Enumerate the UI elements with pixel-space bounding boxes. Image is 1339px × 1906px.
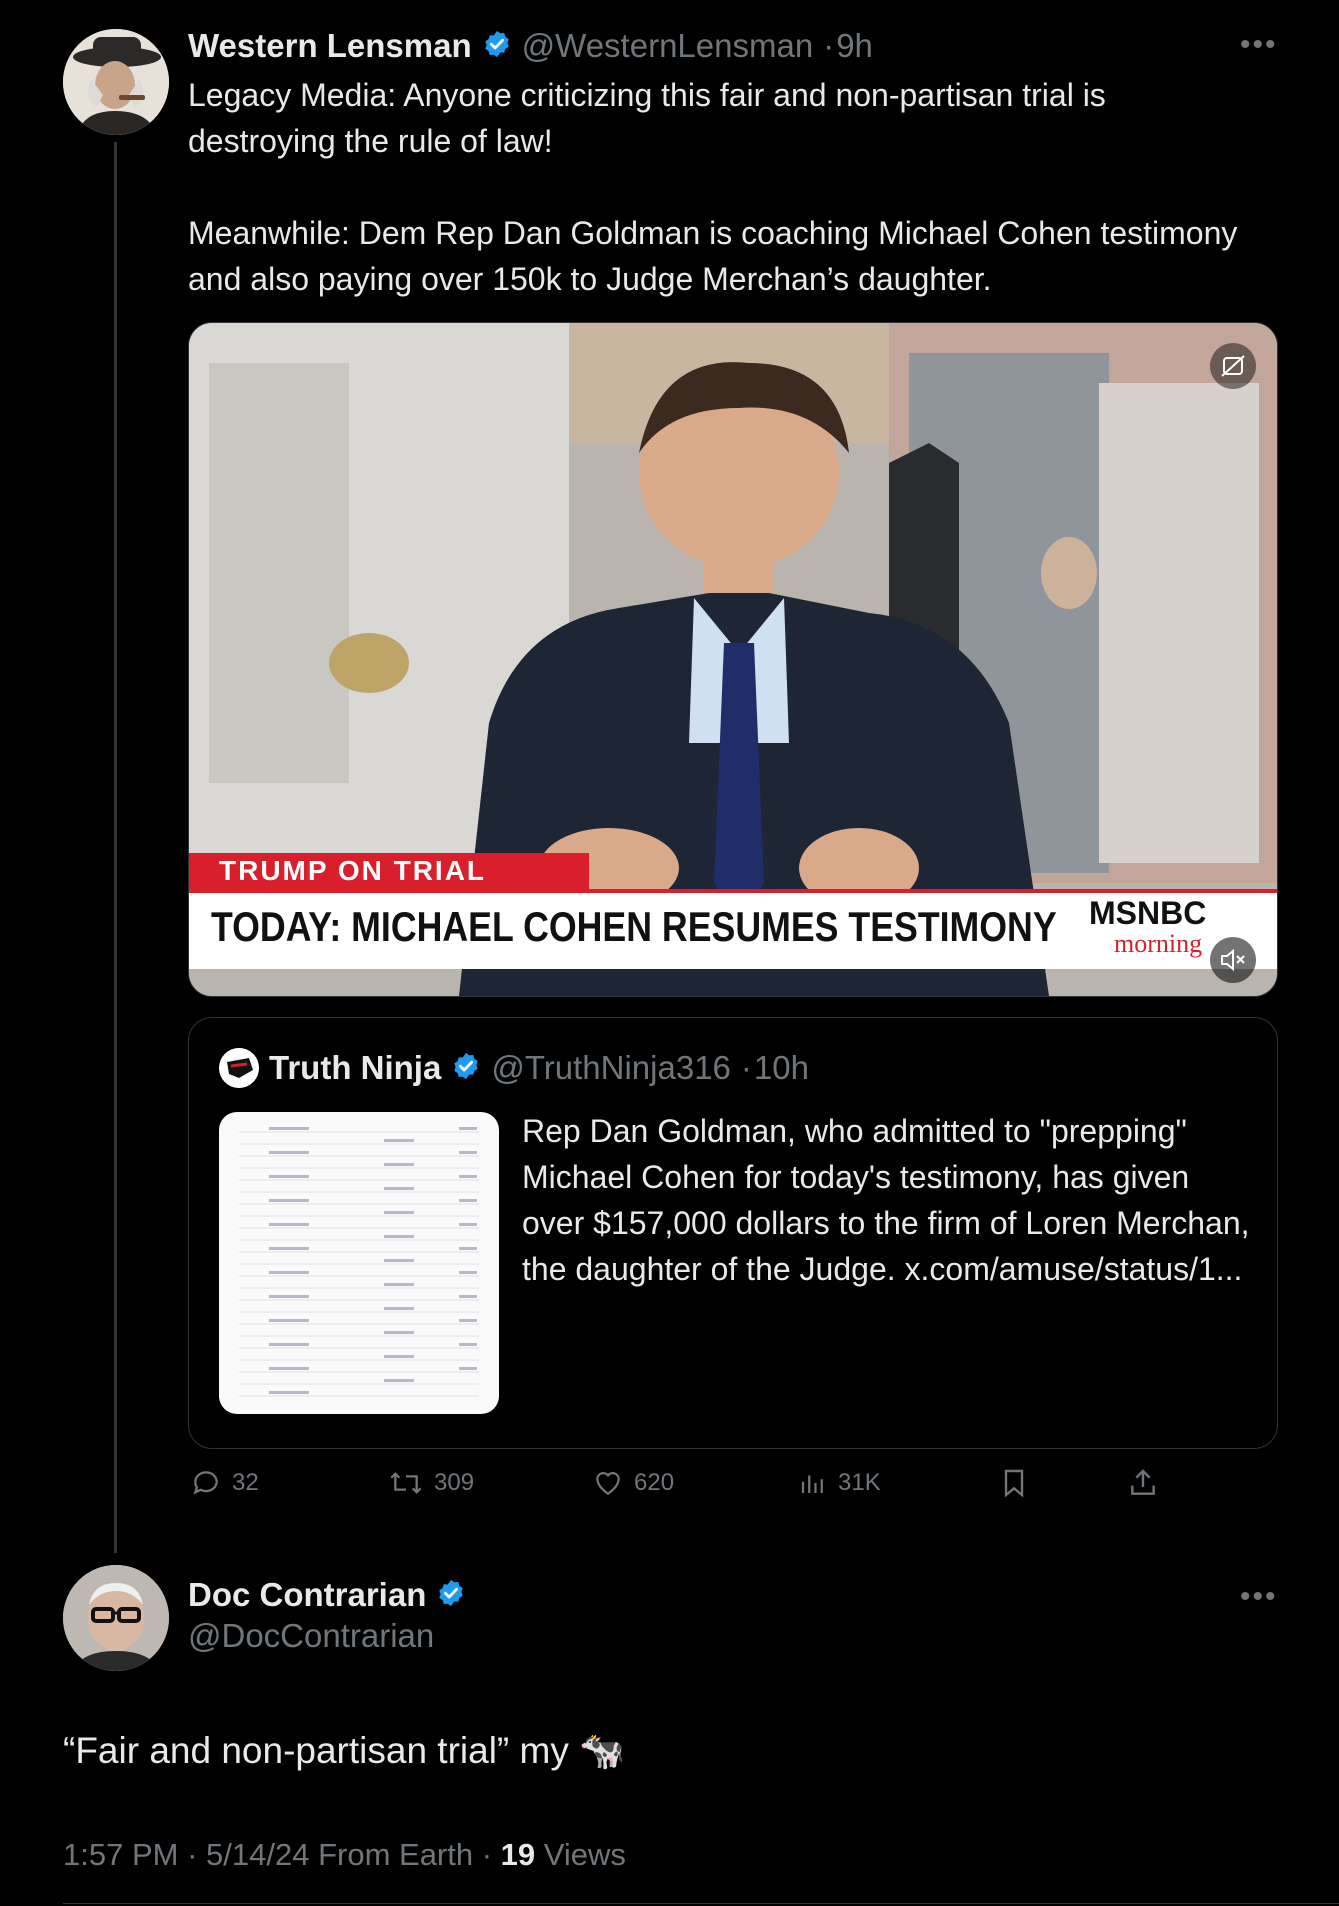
- analytics-icon: [801, 1475, 823, 1493]
- video-player[interactable]: TRUMP ON TRIAL TODAY: MICHAEL COHEN RESU…: [188, 322, 1278, 997]
- reply-author-name[interactable]: Doc Contrarian: [188, 1576, 426, 1614]
- repost-icon: [390, 1472, 422, 1494]
- chyron-headline: TODAY: MICHAEL COHEN RESUMES TESTIMONY: [211, 903, 1057, 950]
- tweet-time[interactable]: 9h: [836, 27, 873, 65]
- divider: [63, 1903, 1339, 1904]
- reply-text: “Fair and non-partisan trial” my 🐄: [63, 1730, 626, 1771]
- quoted-tweet[interactable]: Truth Ninja @TruthNinja316 · 10h Rep Dan…: [188, 1017, 1278, 1449]
- dot-separator: ·: [740, 1049, 752, 1086]
- banner-tag-text: TRUMP ON TRIAL: [219, 855, 487, 886]
- heart-icon: [596, 1472, 620, 1496]
- quote-author-avatar[interactable]: [219, 1048, 259, 1088]
- verified-badge-icon: [451, 1051, 481, 1086]
- reply-count: 32: [232, 1469, 259, 1496]
- share-button[interactable]: [1127, 1467, 1159, 1504]
- dot-separator: ·: [187, 1837, 207, 1872]
- mute-icon[interactable]: [1210, 937, 1256, 983]
- dot-separator: ·: [481, 1837, 501, 1872]
- tweet-text: Legacy Media: Anyone criticizing this fa…: [188, 77, 1238, 297]
- view-count: 31K: [838, 1469, 881, 1496]
- quote-text: Rep Dan Goldman, who admitted to "preppi…: [522, 1113, 1250, 1287]
- author-handle[interactable]: @WesternLensman: [522, 27, 814, 65]
- repost-count: 309: [434, 1469, 475, 1496]
- author-avatar[interactable]: [63, 29, 169, 135]
- views-button[interactable]: 31K: [798, 1467, 881, 1499]
- show-name: morning: [1114, 929, 1203, 958]
- reply-author-avatar[interactable]: [63, 1565, 169, 1671]
- reply-date[interactable]: 5/14/24: [206, 1837, 309, 1872]
- reply-footer: 1:57 PM · 5/14/24 From Earth · 19 Views: [63, 1837, 626, 1873]
- quote-time: 10h: [753, 1049, 809, 1086]
- thread-line: [114, 142, 117, 1553]
- like-count: 620: [634, 1469, 675, 1496]
- content-warning-icon[interactable]: [1210, 343, 1256, 389]
- quote-thumbnail-image[interactable]: [219, 1112, 499, 1414]
- reply-time[interactable]: 1:57 PM: [63, 1837, 178, 1872]
- quote-author-handle: @TruthNinja316: [491, 1049, 731, 1086]
- chyron: TODAY: MICHAEL COHEN RESUMES TESTIMONY M…: [189, 889, 1277, 969]
- quote-author-name: Truth Ninja: [269, 1049, 442, 1086]
- share-icon: [1131, 1469, 1155, 1495]
- dot-separator: ·: [823, 27, 835, 64]
- repost-button[interactable]: 309: [388, 1467, 474, 1499]
- more-options-icon[interactable]: •••: [1240, 1580, 1278, 1614]
- reply-header: Doc Contrarian: [188, 1574, 466, 1616]
- more-options-icon[interactable]: •••: [1240, 28, 1278, 62]
- verified-badge-icon: [436, 1578, 466, 1613]
- reply-icon: [193, 1471, 218, 1495]
- tweet-header: Western Lensman @WesternLensman · 9h: [188, 26, 873, 66]
- reply-views-label: Views: [543, 1837, 626, 1872]
- network-logo: MSNBC: [1089, 895, 1207, 931]
- author-name[interactable]: Western Lensman: [188, 27, 472, 65]
- banner-tag: TRUMP ON TRIAL: [189, 853, 589, 889]
- quote-header: Truth Ninja @TruthNinja316 · 10h: [269, 1046, 809, 1090]
- reply-button[interactable]: 32: [190, 1467, 259, 1499]
- reply-source: From Earth: [318, 1837, 474, 1872]
- bookmark-icon: [1004, 1469, 1024, 1498]
- like-button[interactable]: 620: [592, 1467, 674, 1499]
- reply-author-handle[interactable]: @DocContrarian: [188, 1617, 434, 1655]
- bookmark-button[interactable]: [998, 1467, 1030, 1504]
- verified-badge-icon: [482, 29, 512, 64]
- reply-views-count: 19: [500, 1837, 536, 1872]
